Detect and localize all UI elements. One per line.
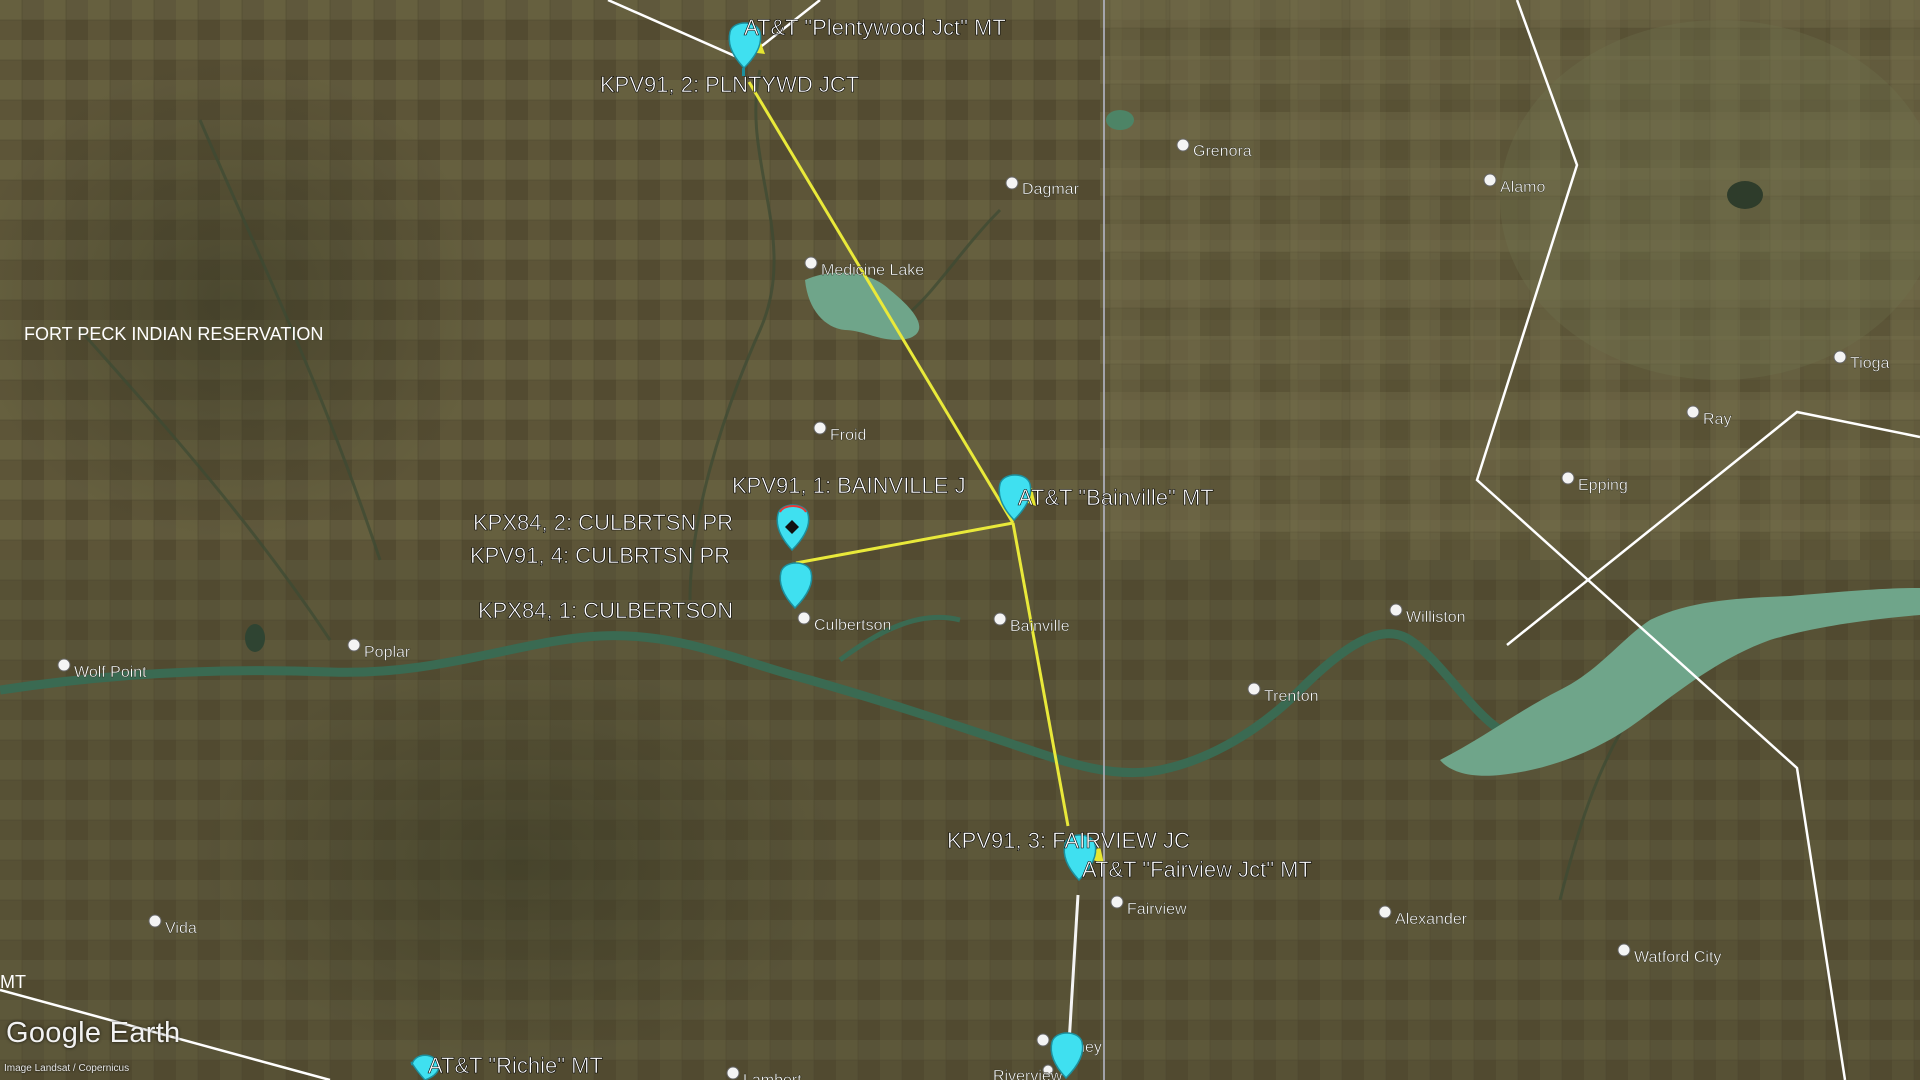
svg-text:Grenora: Grenora xyxy=(1193,143,1252,160)
pond-1 xyxy=(1106,110,1134,130)
google-earth-logo: Google Earth xyxy=(6,1017,181,1049)
placemark-label-bainville-att: AT&T "Bainville" MT xyxy=(1018,485,1214,510)
terrain-shade-south xyxy=(200,660,840,1060)
placemark-label-plentywood-kpv: KPV91, 2: PLNTYWD JCT xyxy=(600,72,859,97)
svg-text:Alamo: Alamo xyxy=(1500,179,1545,196)
region-label-fort-peck: FORT PECK INDIAN RESERVATION xyxy=(24,324,323,344)
svg-text:Williston: Williston xyxy=(1406,609,1466,626)
region-label-mt: MT xyxy=(0,972,26,992)
placemark-label-culbertson-kpv4: KPV91, 4: CULBRTSN PR xyxy=(470,543,730,568)
placemark-label-fairview-att: AT&T "Fairview Jct" MT xyxy=(1082,857,1312,882)
placemark-label-plentywood-att: AT&T "Plentywood Jct" MT xyxy=(744,15,1006,40)
svg-text:Dagmar: Dagmar xyxy=(1022,181,1080,198)
map-view[interactable]: FORT PECK INDIAN RESERVATION MT Grenora … xyxy=(0,0,1920,1080)
placemark-label-culbertson-kpx2: KPX84, 2: CULBRTSN PR xyxy=(473,510,733,535)
pond-2 xyxy=(1727,181,1763,209)
svg-text:Fairview: Fairview xyxy=(1127,901,1187,918)
terrain-shade-ne xyxy=(1500,20,1920,380)
svg-text:Culbertson: Culbertson xyxy=(814,617,891,634)
svg-text:Poplar: Poplar xyxy=(364,644,411,661)
svg-text:Ray: Ray xyxy=(1703,411,1731,428)
svg-text:Riverview: Riverview xyxy=(993,1068,1063,1080)
svg-text:Medicine Lake: Medicine Lake xyxy=(821,262,924,279)
satellite-map[interactable]: FORT PECK INDIAN RESERVATION MT Grenora … xyxy=(0,0,1920,1080)
imagery-attribution: Image Landsat / Copernicus xyxy=(4,1063,130,1074)
svg-text:Vida: Vida xyxy=(165,920,197,937)
svg-text:Lambert: Lambert xyxy=(743,1072,802,1080)
svg-text:Watford City: Watford City xyxy=(1634,949,1721,966)
svg-text:Epping: Epping xyxy=(1578,477,1628,494)
placemark-label-richie-att: AT&T "Richie" MT xyxy=(428,1053,603,1078)
svg-text:Tioga: Tioga xyxy=(1850,355,1890,372)
svg-text:Froid: Froid xyxy=(830,427,866,444)
svg-text:Alexander: Alexander xyxy=(1395,911,1468,928)
svg-text:Trenton: Trenton xyxy=(1264,688,1319,705)
pond-3 xyxy=(245,624,265,652)
town-riverview[interactable]: Riverview xyxy=(993,1064,1063,1080)
svg-text:Wolf Point: Wolf Point xyxy=(74,664,147,681)
svg-text:Bainville: Bainville xyxy=(1010,618,1070,635)
placemark-label-bainville-kpv: KPV91, 1: BAINVILLE J xyxy=(732,473,966,498)
placemark-label-culbertson-kpx1: KPX84, 1: CULBERTSON xyxy=(478,598,733,623)
placemark-label-fairview-kpv: KPV91, 3: FAIRVIEW JC xyxy=(947,828,1190,853)
